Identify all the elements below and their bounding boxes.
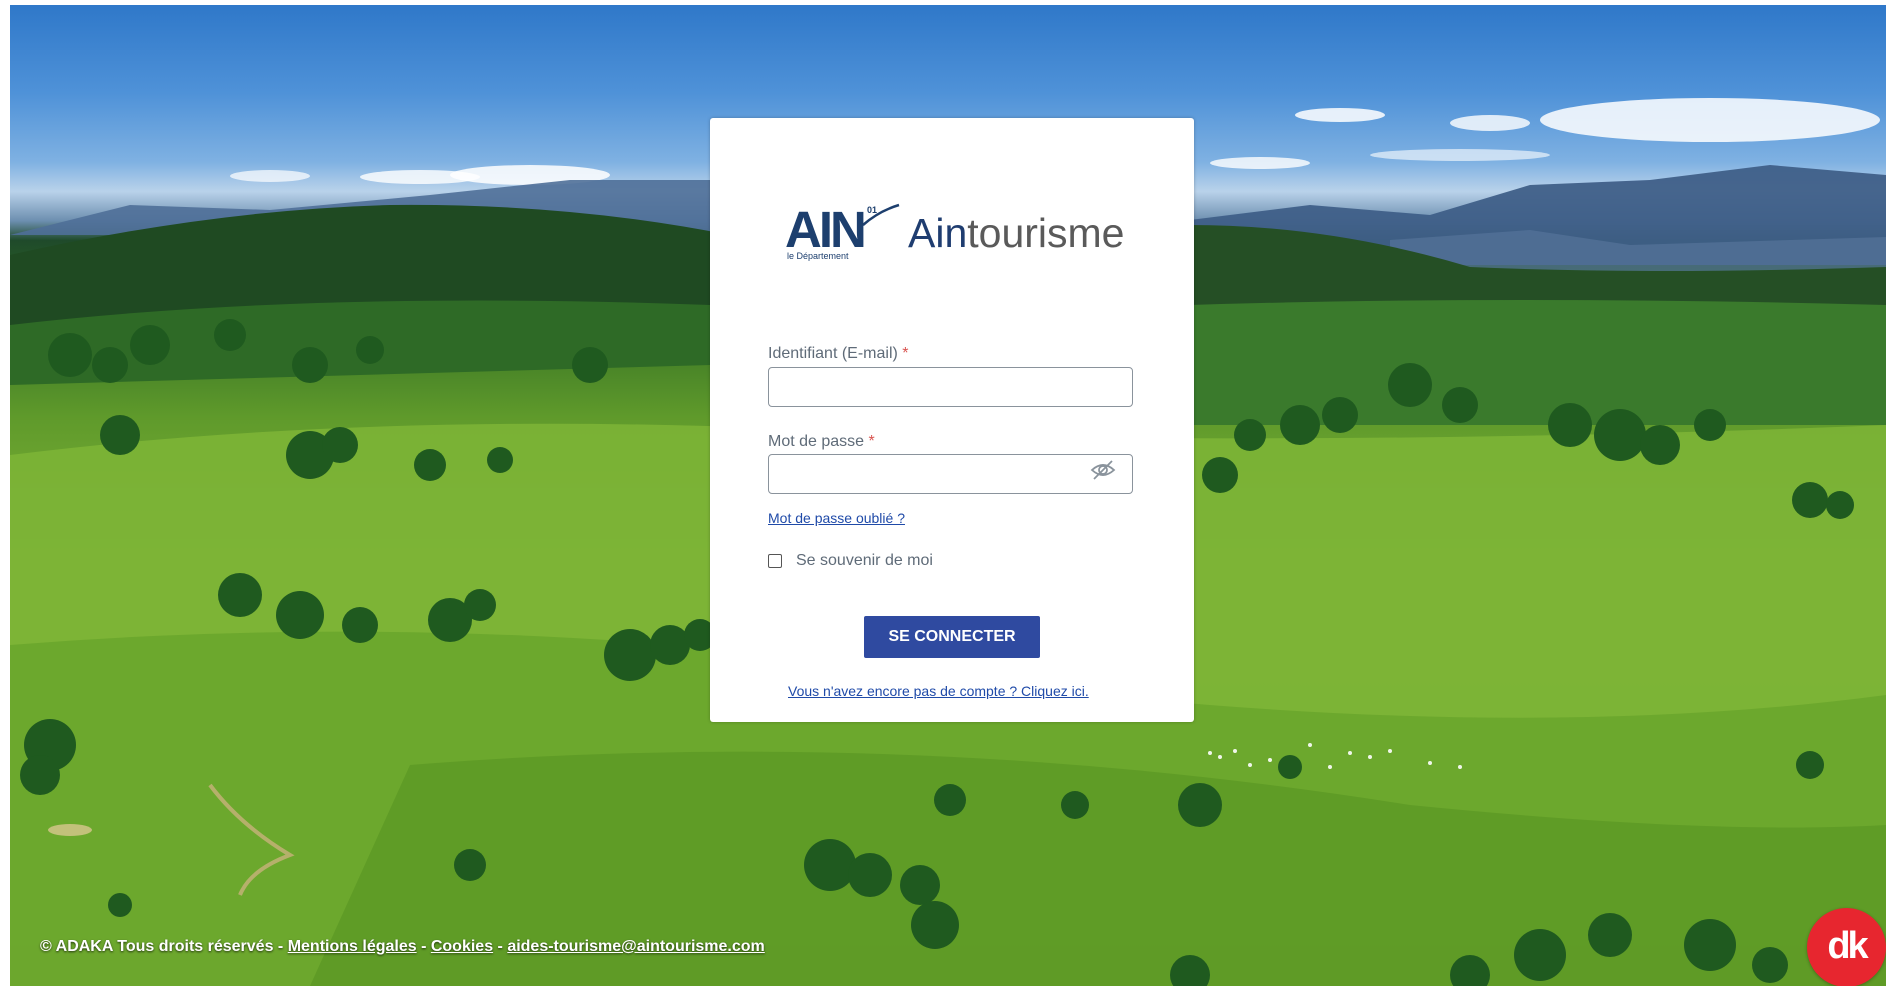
password-field[interactable] bbox=[768, 454, 1133, 494]
legal-notice-link[interactable]: Mentions légales bbox=[288, 938, 417, 955]
password-label: Mot de passe * bbox=[768, 433, 875, 451]
logo-wordmark-tourisme: tourisme bbox=[967, 210, 1125, 256]
dk-badge-text: dk bbox=[1827, 925, 1868, 967]
copyright-text: © ADAKA Tous droits réservés bbox=[40, 938, 274, 955]
logo-ain-text: AIN bbox=[785, 201, 867, 258]
landscape-background: AIN 01 le Département Aintourisme Identi… bbox=[10, 5, 1886, 986]
footer: © ADAKA Tous droits réservés - Mentions … bbox=[40, 938, 765, 956]
login-card: AIN 01 le Département Aintourisme Identi… bbox=[710, 118, 1194, 722]
logo-badge-number: 01 bbox=[867, 205, 878, 215]
logo-wordmark-ain: Ain bbox=[908, 210, 968, 256]
footer-separator-1: - bbox=[273, 938, 288, 955]
email-field[interactable] bbox=[768, 367, 1133, 407]
aintourisme-logo: AIN 01 le Département Aintourisme bbox=[785, 198, 1125, 268]
email-label: Identifiant (E-mail) * bbox=[768, 345, 909, 363]
remember-me-label: Se souvenir de moi bbox=[796, 552, 933, 569]
email-required-marker: * bbox=[902, 345, 909, 362]
contact-email-link[interactable]: aides-tourisme@aintourisme.com bbox=[507, 938, 764, 955]
adaka-logo-icon[interactable]: dk bbox=[1807, 908, 1886, 986]
password-label-text: Mot de passe bbox=[768, 433, 865, 450]
eye-slash-icon[interactable] bbox=[1090, 459, 1116, 481]
footer-separator-3: - bbox=[493, 938, 508, 955]
login-button[interactable]: SE CONNECTER bbox=[864, 616, 1040, 658]
remember-me-checkbox[interactable] bbox=[768, 554, 782, 568]
logo-swoosh-icon: 01 bbox=[861, 203, 901, 227]
cookies-link[interactable]: Cookies bbox=[431, 938, 493, 955]
logo-department-text: le Département bbox=[787, 251, 849, 261]
ain-department-logo: AIN 01 le Département bbox=[785, 203, 905, 263]
footer-separator-2: - bbox=[416, 938, 431, 955]
email-label-text: Identifiant (E-mail) bbox=[768, 345, 898, 362]
password-required-marker: * bbox=[868, 433, 875, 450]
logo-wordmark: Aintourisme bbox=[908, 210, 1124, 257]
signup-link[interactable]: Vous n'avez encore pas de compte ? Cliqu… bbox=[788, 683, 1089, 699]
forgot-password-link[interactable]: Mot de passe oublié ? bbox=[768, 510, 905, 526]
